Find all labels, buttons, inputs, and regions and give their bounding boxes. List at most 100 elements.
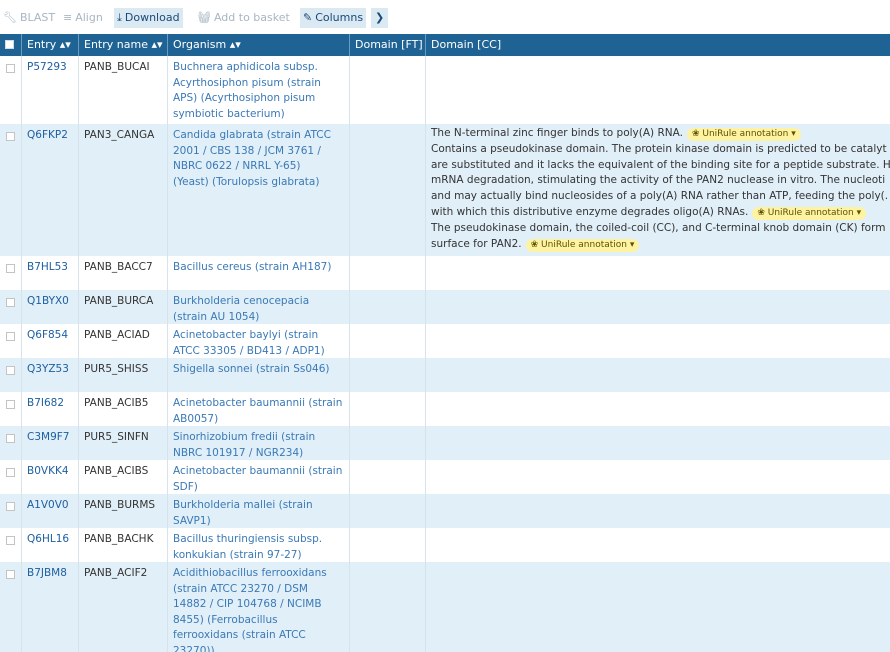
organism-link[interactable]: Shigella sonnei (strain Ss046): [168, 358, 350, 392]
row-select-cell: [0, 528, 22, 562]
organism-link[interactable]: Acinetobacter baumannii (strain AB0057): [168, 392, 350, 426]
entry-name: PUR5_SINFN: [79, 426, 168, 460]
entry-name: PANB_BURCA: [79, 290, 168, 324]
row-checkbox[interactable]: [6, 468, 15, 477]
row-checkbox[interactable]: [6, 298, 15, 307]
row-checkbox[interactable]: [6, 264, 15, 273]
entry-name: PANB_ACIBS: [79, 460, 168, 494]
organism-line: APS) (Acyrthosiphon pisum: [173, 92, 316, 105]
share-button[interactable]: ❯: [371, 8, 389, 28]
row-checkbox[interactable]: [6, 570, 15, 579]
organism-link[interactable]: Buchnera aphidicola subsp. Acyrthosiphon …: [168, 56, 350, 124]
header-entry-name[interactable]: Entry name ▴▾: [79, 34, 168, 56]
header-domain-ft[interactable]: Domain [FT]: [350, 34, 426, 56]
unirule-annotation-badge[interactable]: ❀ UniRule annotation ▾: [525, 238, 640, 252]
table-row[interactable]: Q6F854 PANB_ACIAD Acinetobacter baylyi (st…: [0, 324, 890, 358]
entry-link[interactable]: Q6HL16: [22, 528, 79, 562]
table-row[interactable]: Q3YZ53 PUR5_SHISS Shigella sonnei (strain …: [0, 358, 890, 392]
header-domain-cc-label: Domain [CC]: [431, 38, 502, 51]
domain-ft-cell: [350, 256, 426, 290]
organism-link[interactable]: Acidithiobacillus ferrooxidans (strain AT…: [168, 562, 350, 652]
organism-link[interactable]: Sinorhizobium fredii (strain NBRC 101917 …: [168, 426, 350, 460]
select-all-checkbox[interactable]: [5, 40, 14, 49]
table-row[interactable]: Q1BYX0 PANB_BURCA Burkholderia cenocepacia…: [0, 290, 890, 324]
domain-cc-cell: [426, 494, 890, 528]
entry-link[interactable]: Q6F854: [22, 324, 79, 358]
align-icon: ≡: [63, 11, 73, 24]
organism-link[interactable]: Acinetobacter baylyi (strain ATCC 33305 /…: [168, 324, 350, 358]
organism-link[interactable]: Acinetobacter baumannii (strain SDF): [168, 460, 350, 494]
add-to-basket-button[interactable]: 🧺︎ Add to basket: [197, 8, 290, 28]
entry-name: PANB_ACIB5: [79, 392, 168, 426]
chevron-down-icon: ▾: [627, 239, 635, 250]
blast-button[interactable]: 🔧︎ BLAST: [3, 8, 55, 28]
entry-link[interactable]: Q1BYX0: [22, 290, 79, 324]
unirule-annotation-badge[interactable]: ❀ UniRule annotation ▾: [686, 128, 801, 141]
domain-cc-text: are substituted and it lacks the equival…: [431, 158, 890, 171]
organism-link[interactable]: Burkholderia cenocepacia (strain AU 1054): [168, 290, 350, 324]
entry-link[interactable]: B7I682: [22, 392, 79, 426]
entry-name: PANB_BACC7: [79, 256, 168, 290]
row-select-cell: [0, 358, 22, 392]
organism-link[interactable]: Candida glabrata (strain ATCC 2001 / CBS …: [168, 124, 350, 256]
wrench-icon: 🔧︎: [3, 11, 17, 24]
share-icon: ❯: [375, 11, 385, 24]
row-checkbox[interactable]: [6, 400, 15, 409]
table-row[interactable]: B7HL53 PANB_BACC7 Bacillus cereus (strain …: [0, 256, 890, 290]
table-row[interactable]: B7I682 PANB_ACIB5 Acinetobacter baumannii …: [0, 392, 890, 426]
header-organism-label: Organism: [173, 38, 227, 51]
basket-icon: 🧺︎: [197, 11, 211, 24]
align-button[interactable]: ≡ Align: [63, 8, 103, 28]
domain-ft-cell: [350, 494, 426, 528]
organism-line: Buchnera aphidicola subsp.: [173, 61, 318, 73]
domain-ft-cell: [350, 426, 426, 460]
row-checkbox[interactable]: [6, 434, 15, 443]
entry-link[interactable]: B7HL53: [22, 256, 79, 290]
results-toolbar: 🔧︎ BLAST ≡ Align ⤓ Download 🧺︎ Add to basket…: [0, 5, 890, 29]
header-entry-label: Entry: [27, 38, 57, 51]
table-row[interactable]: C3M9F7 PUR5_SINFN Sinorhizobium fredii (st…: [0, 426, 890, 460]
header-organism[interactable]: Organism ▴▾: [168, 34, 350, 56]
organism-line: Burkholderia mallei (strain: [173, 499, 313, 511]
domain-cc-text: The N-terminal zinc finger binds to poly…: [431, 127, 683, 139]
domain-ft-cell: [350, 562, 426, 652]
header-entry[interactable]: Entry ▴▾: [22, 34, 79, 56]
organism-line: (strain AU 1054): [173, 310, 260, 323]
table-row[interactable]: P57293 PANB_BUCAI Buchnera aphidicola subs…: [0, 56, 890, 124]
table-row[interactable]: B0VKK4 PANB_ACIBS Acinetobacter baumannii …: [0, 460, 890, 494]
table-row[interactable]: B7JBM8 PANB_ACIF2 Acidithiobacillus ferroo…: [0, 562, 890, 652]
header-domain-cc[interactable]: Domain [CC]: [426, 34, 890, 56]
entry-link[interactable]: Q3YZ53: [22, 358, 79, 392]
organism-line: 8455) (Ferrobacillus: [173, 613, 278, 626]
domain-cc-cell: [426, 562, 890, 652]
row-checkbox[interactable]: [6, 132, 15, 141]
entry-link[interactable]: B0VKK4: [22, 460, 79, 494]
entry-link[interactable]: Q6FKP2: [22, 124, 79, 256]
entry-link[interactable]: P57293: [22, 56, 79, 124]
organism-link[interactable]: Burkholderia mallei (strain SAVP1): [168, 494, 350, 528]
download-button[interactable]: ⤓ Download: [114, 8, 183, 28]
row-checkbox[interactable]: [6, 366, 15, 375]
table-row[interactable]: Q6HL16 PANB_BACHK Bacillus thuringiensis s…: [0, 528, 890, 562]
entry-link[interactable]: A1V0V0: [22, 494, 79, 528]
row-checkbox[interactable]: [6, 502, 15, 511]
organism-link[interactable]: Bacillus thuringiensis subsp. konkukian (…: [168, 528, 350, 562]
entry-name: PANB_ACIF2: [79, 562, 168, 652]
entry-link[interactable]: C3M9F7: [22, 426, 79, 460]
organism-line: Acinetobacter baylyi (strain: [173, 329, 319, 341]
table-row[interactable]: Q6FKP2 PAN3_CANGA Candida glabrata (strain…: [0, 124, 890, 256]
table-header: Entry ▴▾ Entry name ▴▾ Organism ▴▾ Domai…: [0, 34, 890, 56]
row-checkbox[interactable]: [6, 64, 15, 73]
row-checkbox[interactable]: [6, 536, 15, 545]
table-row[interactable]: A1V0V0 PANB_BURMS Burkholderia mallei (str…: [0, 494, 890, 528]
unirule-annotation-badge[interactable]: ❀ UniRule annotation ▾: [752, 206, 867, 220]
columns-button[interactable]: ✎ Columns: [300, 8, 367, 28]
entry-link[interactable]: B7JBM8: [22, 562, 79, 652]
row-checkbox[interactable]: [6, 332, 15, 341]
organism-line: Candida glabrata (strain ATCC: [173, 129, 331, 141]
domain-ft-cell: [350, 460, 426, 494]
row-select-cell: [0, 256, 22, 290]
organism-line: SDF): [173, 480, 198, 493]
organism-line: Acidithiobacillus ferrooxidans: [173, 567, 327, 579]
organism-link[interactable]: Bacillus cereus (strain AH187): [168, 256, 350, 290]
